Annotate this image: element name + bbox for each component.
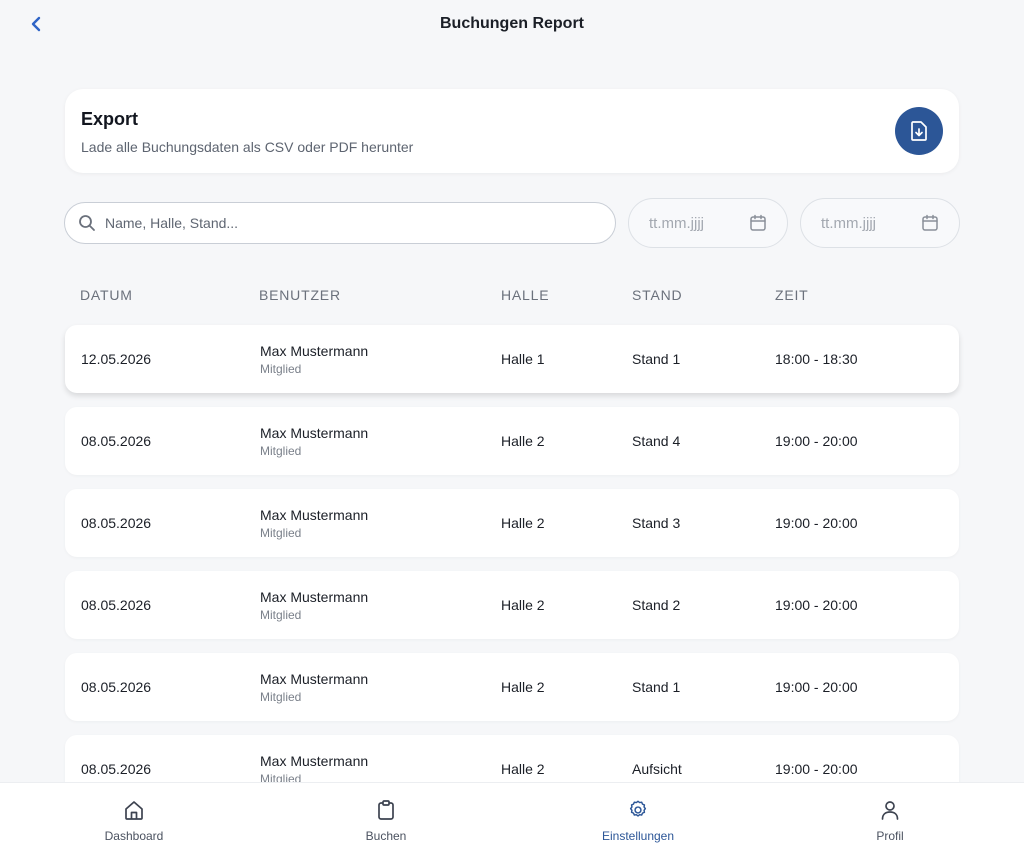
row-time: 19:00 - 20:00 [775, 433, 858, 449]
date-from-placeholder: tt.mm.jjjj [649, 214, 704, 232]
row-date: 08.05.2026 [81, 515, 152, 531]
row-user-name: Max Mustermann [260, 343, 369, 359]
row-user: Max Mustermann Mitglied [260, 507, 368, 540]
row-date: 08.05.2026 [81, 761, 152, 777]
row-hall: Halle 2 [501, 761, 545, 777]
row-stand: Aufsicht [632, 761, 682, 777]
column-header-hall: HALLE [501, 287, 550, 303]
page-title: Buchungen Report [440, 15, 584, 32]
nav-label-profil: Profil [876, 829, 904, 843]
table-row[interactable]: 12.05.2026 Max Mustermann Mitglied Halle… [65, 325, 959, 393]
row-hall: Halle 2 [501, 433, 545, 449]
column-header-date: DATUM [80, 287, 133, 303]
row-date: 12.05.2026 [81, 351, 152, 367]
column-header-stand: STAND [632, 287, 683, 303]
search-icon [78, 214, 96, 232]
export-title: Export [81, 109, 139, 129]
row-hall: Halle 1 [501, 351, 545, 367]
nav-label-buchen: Buchen [365, 829, 407, 843]
clipboard-icon [378, 800, 394, 820]
table-row[interactable]: 08.05.2026 Max Mustermann Mitglied Halle… [65, 489, 959, 557]
nav-label-einstellungen: Einstellungen [601, 829, 675, 843]
row-user-role: Mitglied [260, 526, 302, 540]
user-icon [881, 801, 899, 820]
row-user: Max Mustermann Mitglied [260, 343, 368, 376]
row-time: 19:00 - 20:00 [775, 679, 858, 695]
search-field[interactable] [64, 202, 616, 244]
row-user-role: Mitglied [260, 608, 302, 622]
bottom-navigation: Dashboard Buchen Einstellungen Profil [0, 782, 1024, 858]
export-subtitle: Lade alle Buchungsdaten als CSV oder PDF… [81, 139, 414, 155]
table-row[interactable]: 08.05.2026 Max Mustermann Mitglied Halle… [65, 571, 959, 639]
row-user: Max Mustermann Mitglied [260, 425, 368, 458]
row-user-role: Mitglied [260, 362, 302, 376]
file-download-icon [911, 121, 927, 141]
table-row[interactable]: 08.05.2026 Max Mustermann Mitglied Halle… [65, 407, 959, 475]
gear-icon [629, 800, 647, 817]
home-icon [125, 801, 143, 820]
nav-item-einstellungen[interactable]: Einstellungen [568, 799, 708, 843]
top-bar: Buchungen Report [0, 0, 1024, 50]
row-user: Max Mustermann Mitglied [260, 671, 368, 704]
export-download-button[interactable] [895, 107, 943, 155]
calendar-icon [922, 214, 938, 231]
column-header-user: BENUTZER [259, 287, 341, 303]
row-user-role: Mitglied [260, 690, 302, 704]
row-stand: Stand 1 [632, 679, 681, 695]
nav-item-profil[interactable]: Profil [820, 799, 960, 843]
row-stand: Stand 3 [632, 515, 681, 531]
row-stand: Stand 4 [632, 433, 681, 449]
row-hall: Halle 2 [501, 597, 545, 613]
row-user-name: Max Mustermann [260, 507, 369, 523]
row-user: Max Mustermann Mitglied [260, 589, 368, 622]
row-time: 19:00 - 20:00 [775, 515, 858, 531]
row-user-name: Max Mustermann [260, 753, 369, 769]
date-from-field[interactable]: tt.mm.jjjj [628, 198, 788, 248]
nav-item-dashboard[interactable]: Dashboard [64, 799, 204, 843]
row-user-name: Max Mustermann [260, 425, 369, 441]
search-input[interactable] [105, 215, 585, 231]
row-stand: Stand 1 [632, 351, 681, 367]
row-hall: Halle 2 [501, 679, 545, 695]
row-time: 19:00 - 20:00 [775, 761, 858, 777]
row-user-name: Max Mustermann [260, 671, 369, 687]
row-date: 08.05.2026 [81, 679, 152, 695]
row-date: 08.05.2026 [81, 597, 152, 613]
nav-item-buchen[interactable]: Buchen [316, 799, 456, 843]
date-to-field[interactable]: tt.mm.jjjj [800, 198, 960, 248]
row-hall: Halle 2 [501, 515, 545, 531]
date-to-placeholder: tt.mm.jjjj [821, 214, 876, 232]
row-user-name: Max Mustermann [260, 589, 369, 605]
row-stand: Stand 2 [632, 597, 681, 613]
row-time: 19:00 - 20:00 [775, 597, 858, 613]
nav-label-dashboard: Dashboard [104, 829, 164, 843]
row-user-role: Mitglied [260, 444, 302, 458]
row-date: 08.05.2026 [81, 433, 152, 449]
row-time: 18:00 - 18:30 [775, 351, 858, 367]
column-header-time: ZEIT [775, 287, 809, 303]
export-card: Export Lade alle Buchungsdaten als CSV o… [65, 89, 959, 173]
table-row[interactable]: 08.05.2026 Max Mustermann Mitglied Halle… [65, 653, 959, 721]
calendar-icon [750, 214, 766, 231]
